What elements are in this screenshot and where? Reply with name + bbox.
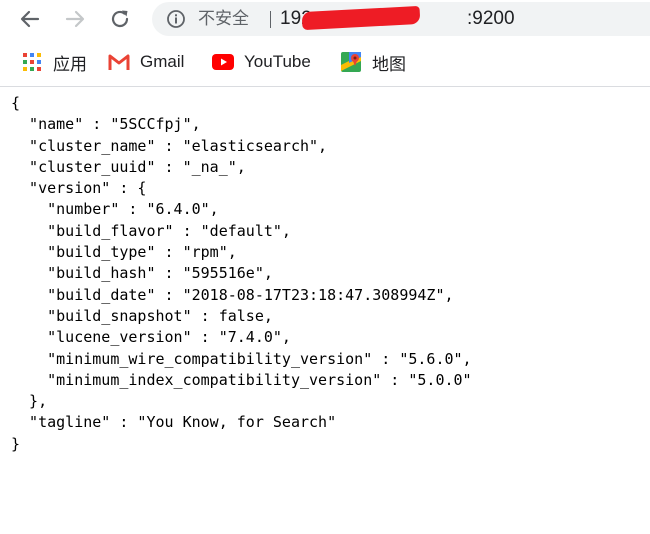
bookmark-gmail-label: Gmail [140, 52, 185, 71]
forward-button[interactable] [60, 4, 90, 34]
maps-icon [340, 52, 362, 72]
url-port: :9200 [466, 8, 515, 29]
json-line: "name" : "5SCCfpj", [11, 115, 201, 134]
address-divider [270, 11, 271, 28]
json-line: "build_flavor" : "default", [11, 221, 291, 240]
bookmark-apps-label: 应用 [53, 54, 87, 74]
json-response: { "name" : "5SCCfpj", "cluster_name" : "… [11, 93, 472, 455]
apps-grid-icon [21, 52, 43, 72]
security-status-label: 不安全 [198, 9, 249, 29]
back-button[interactable] [15, 4, 45, 34]
bookmark-youtube[interactable]: YouTube [212, 52, 311, 72]
json-line: "version" : { [11, 179, 147, 198]
json-line: "build_hash" : "595516e", [11, 264, 273, 283]
json-line: "minimum_wire_compatibility_version" : "… [11, 349, 472, 368]
json-line: "build_type" : "rpm", [11, 243, 237, 262]
bookmark-youtube-label: YouTube [244, 52, 311, 71]
json-line: "cluster_uuid" : "_na_", [11, 157, 246, 176]
bookmark-gmail[interactable]: Gmail [108, 52, 184, 72]
json-line: } [11, 434, 21, 453]
info-icon[interactable] [166, 9, 186, 29]
bookmark-apps[interactable]: 应用 [21, 52, 87, 74]
youtube-icon [212, 52, 234, 72]
reload-icon [111, 10, 129, 28]
bookmark-maps[interactable]: 地图 [340, 52, 406, 74]
json-line: "number" : "6.4.0", [11, 200, 219, 219]
bookmark-maps-label: 地图 [372, 54, 406, 74]
json-line: }, [11, 392, 48, 411]
gmail-icon [108, 52, 130, 72]
json-line: "cluster_name" : "elasticsearch", [11, 136, 328, 155]
address-bar[interactable]: 不安全 192.:9200 [152, 2, 650, 36]
json-line: { [11, 94, 21, 112]
json-line: "minimum_index_compatibility_version" : … [11, 370, 472, 389]
json-line: "build_date" : "2018-08-17T23:18:47.3089… [11, 285, 454, 304]
forward-arrow-icon [65, 10, 85, 28]
bookmarks-bar: 应用 Gmail YouTube 地图 [0, 38, 650, 87]
browser-toolbar: 不安全 192.:9200 [0, 0, 650, 38]
back-arrow-icon [20, 10, 40, 28]
reload-button[interactable] [105, 4, 135, 34]
json-line: "tagline" : "You Know, for Search" [11, 413, 337, 432]
json-line: "lucene_version" : "7.4.0", [11, 328, 291, 347]
json-line: "build_snapshot" : false, [11, 306, 273, 325]
